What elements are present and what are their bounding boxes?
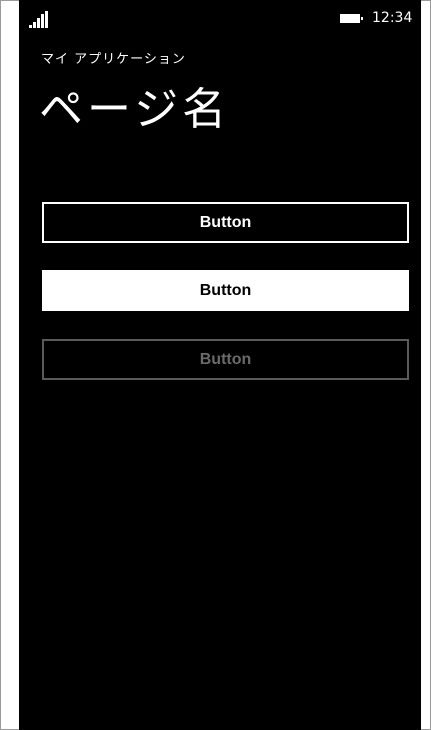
button-pressed[interactable]: Button (42, 270, 409, 311)
status-time: 12:34 (372, 10, 413, 26)
phone-screen: 12:34 マイ アプリケーション ページ名 Button Button But… (19, 0, 421, 730)
signal-strength-icon (29, 10, 51, 28)
page-title: ページ名 (39, 84, 231, 135)
status-bar: 12:34 (19, 0, 421, 32)
battery-icon (340, 14, 364, 23)
app-title: マイ アプリケーション (41, 52, 186, 67)
button-normal[interactable]: Button (42, 202, 409, 243)
button-disabled: Button (42, 339, 409, 380)
